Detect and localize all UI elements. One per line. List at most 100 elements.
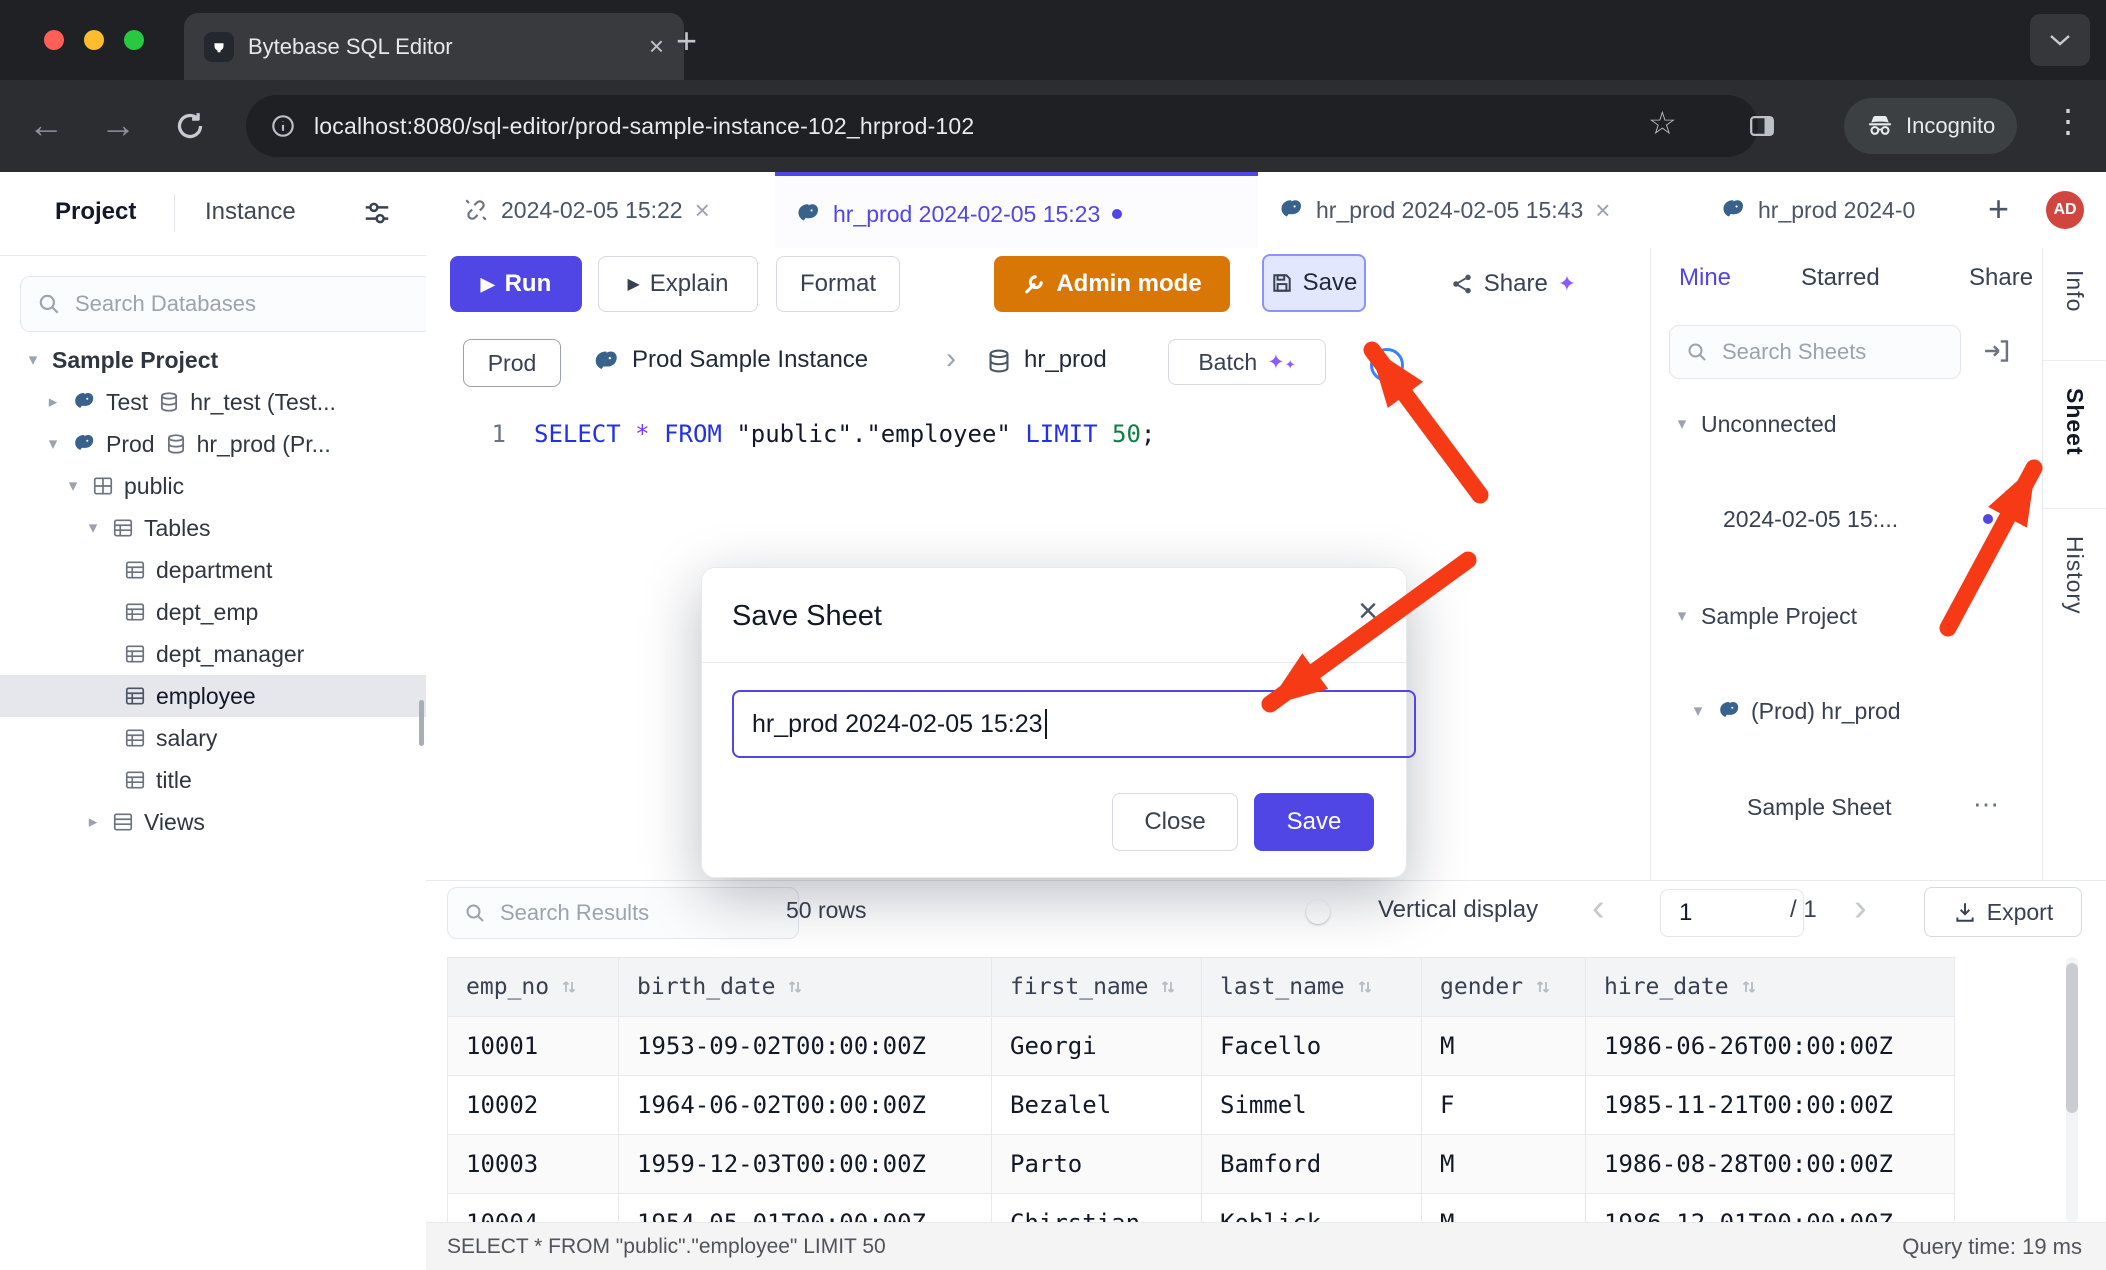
more-icon[interactable]: ⋯ <box>1973 789 1999 820</box>
cell[interactable]: 10004 <box>448 1194 619 1224</box>
scrollbar-thumb[interactable] <box>2066 963 2078 1113</box>
sort-icon[interactable] <box>1158 977 1178 997</box>
caret-down-icon[interactable]: ▾ <box>1673 414 1691 434</box>
strip-tab-sheet[interactable]: Sheet <box>2061 388 2088 456</box>
sheet-item-sample-sheet[interactable]: Sample Sheet ⋯ <box>1651 783 2106 831</box>
column-header[interactable]: hire_date <box>1586 958 1955 1017</box>
editor-tab-1[interactable]: 2024-02-05 15:22 × <box>443 172 816 248</box>
close-icon[interactable]: × <box>695 195 710 226</box>
browser-menu-icon[interactable]: ⋮ <box>2052 102 2084 140</box>
sheet-search[interactable] <box>1669 325 1961 379</box>
cell[interactable]: 1986-06-26T00:00:00Z <box>1586 1017 1955 1076</box>
prev-page-icon[interactable]: ‹ <box>1592 887 1605 930</box>
env-chip[interactable]: Prod <box>463 339 561 387</box>
column-header[interactable]: emp_no <box>448 958 619 1017</box>
batch-button[interactable]: Batch ✦✦ <box>1168 339 1326 385</box>
tree-item-schema-public[interactable]: ▾ public <box>0 465 490 507</box>
cell[interactable]: Simmel <box>1202 1076 1422 1135</box>
sort-icon[interactable] <box>1355 977 1375 997</box>
sheet-tab-share[interactable]: Share <box>1969 264 2033 292</box>
sort-icon[interactable] <box>559 977 579 997</box>
tab-instance[interactable]: Instance <box>205 198 296 226</box>
site-info-icon[interactable] <box>270 113 296 139</box>
caret-down-icon[interactable]: ▾ <box>64 476 82 496</box>
table-row[interactable]: 10004 1954-05-01T00:00:00Z Chirstian Kob… <box>448 1194 1956 1224</box>
strip-tab-info[interactable]: Info <box>2061 270 2088 312</box>
sheet-item-unconnected-1[interactable]: 2024-02-05 15:... <box>1651 495 2106 543</box>
database-search-input[interactable] <box>73 290 415 318</box>
cell[interactable]: 1986-12-01T00:00:00Z <box>1586 1194 1955 1224</box>
save-button[interactable]: Save <box>1262 254 1366 312</box>
export-button[interactable]: Export <box>1924 887 2082 937</box>
column-header[interactable]: last_name <box>1202 958 1422 1017</box>
cell[interactable]: Parto <box>992 1135 1202 1194</box>
tab-list-button[interactable] <box>2030 14 2090 66</box>
browser-tab[interactable]: Bytebase SQL Editor × <box>184 13 684 80</box>
cell[interactable]: Georgi <box>992 1017 1202 1076</box>
editor-tab-4[interactable]: hr_prod 2024-0 <box>1700 172 2012 248</box>
reload-button[interactable] <box>172 108 208 149</box>
cell[interactable]: 1953-09-02T00:00:00Z <box>619 1017 992 1076</box>
cell[interactable]: 1985-11-21T00:00:00Z <box>1586 1076 1955 1135</box>
cell[interactable]: Bezalel <box>992 1076 1202 1135</box>
tree-item-sample-project[interactable]: ▾ Sample Project <box>0 339 450 381</box>
table-scrollbar[interactable] <box>2066 957 2078 1223</box>
table-row[interactable]: 10002 1964-06-02T00:00:00Z Bezalel Simme… <box>448 1076 1956 1135</box>
new-tab-button[interactable]: + <box>676 20 697 62</box>
address-bar[interactable]: localhost:8080/sql-editor/prod-sample-in… <box>246 95 1758 157</box>
tab-project[interactable]: Project <box>55 198 136 226</box>
close-icon[interactable]: × <box>1595 195 1610 226</box>
next-page-icon[interactable]: › <box>1854 887 1867 930</box>
bookmark-star-icon[interactable]: ☆ <box>1648 104 1677 142</box>
breadcrumb-instance[interactable]: Prod Sample Instance <box>632 346 868 374</box>
caret-down-icon[interactable]: ▾ <box>1673 606 1691 626</box>
caret-down-icon[interactable]: ▾ <box>1689 701 1707 721</box>
browser-tab-close-icon[interactable]: × <box>649 31 664 62</box>
modal-save-button[interactable]: Save <box>1254 793 1374 851</box>
cell[interactable]: M <box>1422 1135 1586 1194</box>
run-button[interactable]: ▶ Run <box>450 256 582 312</box>
cell[interactable]: Facello <box>1202 1017 1422 1076</box>
sheet-tab-starred[interactable]: Starred <box>1801 264 1880 292</box>
forward-button[interactable]: → <box>100 104 136 146</box>
sort-icon[interactable] <box>785 977 805 997</box>
traffic-light-minimize[interactable] <box>84 30 104 50</box>
cell[interactable]: 1964-06-02T00:00:00Z <box>619 1076 992 1135</box>
caret-down-icon[interactable]: ▾ <box>84 518 102 538</box>
results-search[interactable] <box>447 887 799 939</box>
sheet-name-input[interactable]: hr_prod 2024-02-05 15:23 <box>732 690 1416 758</box>
cell[interactable]: Koblick <box>1202 1194 1422 1224</box>
modal-close-button[interactable]: Close <box>1112 793 1238 851</box>
sort-icon[interactable] <box>1739 977 1759 997</box>
breadcrumb-database[interactable]: hr_prod <box>1024 346 1107 374</box>
caret-right-icon[interactable]: ▸ <box>84 812 102 832</box>
traffic-light-zoom[interactable] <box>124 30 144 50</box>
sheet-tab-mine[interactable]: Mine <box>1679 264 1731 292</box>
sort-icon[interactable] <box>1533 977 1553 997</box>
page-input[interactable] <box>1677 898 1787 928</box>
column-header[interactable]: gender <box>1422 958 1586 1017</box>
cell[interactable]: 10001 <box>448 1017 619 1076</box>
cell[interactable]: Bamford <box>1202 1135 1422 1194</box>
cell[interactable]: F <box>1422 1076 1586 1135</box>
admin-mode-button[interactable]: Admin mode <box>994 256 1230 312</box>
cell[interactable]: 10002 <box>448 1076 619 1135</box>
editor-tab-3[interactable]: hr_prod 2024-02-05 15:43 × <box>1258 172 1741 248</box>
editor-tab-2-active[interactable]: hr_prod 2024-02-05 15:23 <box>775 172 1299 252</box>
database-search[interactable] <box>20 276 432 332</box>
filter-icon[interactable] <box>362 198 392 233</box>
caret-down-icon[interactable]: ▾ <box>44 434 62 454</box>
sheet-group-sample-project[interactable]: ▾ Sample Project <box>1651 592 2065 640</box>
cell[interactable]: 1986-08-28T00:00:00Z <box>1586 1135 1955 1194</box>
sheet-subgroup-prod-hrprod[interactable]: ▾ (Prod) hr_prod <box>1651 687 2081 735</box>
table-row[interactable]: 10003 1959-12-03T00:00:00Z Parto Bamford… <box>448 1135 1956 1194</box>
user-avatar[interactable]: AD <box>2046 191 2084 229</box>
strip-tab-history[interactable]: History <box>2061 536 2088 615</box>
column-header[interactable]: first_name <box>992 958 1202 1017</box>
modal-close-icon[interactable]: × <box>1358 594 1378 628</box>
new-query-tab-button[interactable]: + <box>1988 188 2009 230</box>
cell[interactable]: Chirstian <box>992 1194 1202 1224</box>
side-panel-icon[interactable] <box>1748 112 1776 145</box>
caret-down-icon[interactable]: ▾ <box>24 350 42 370</box>
sheet-search-input[interactable] <box>1720 338 1944 366</box>
